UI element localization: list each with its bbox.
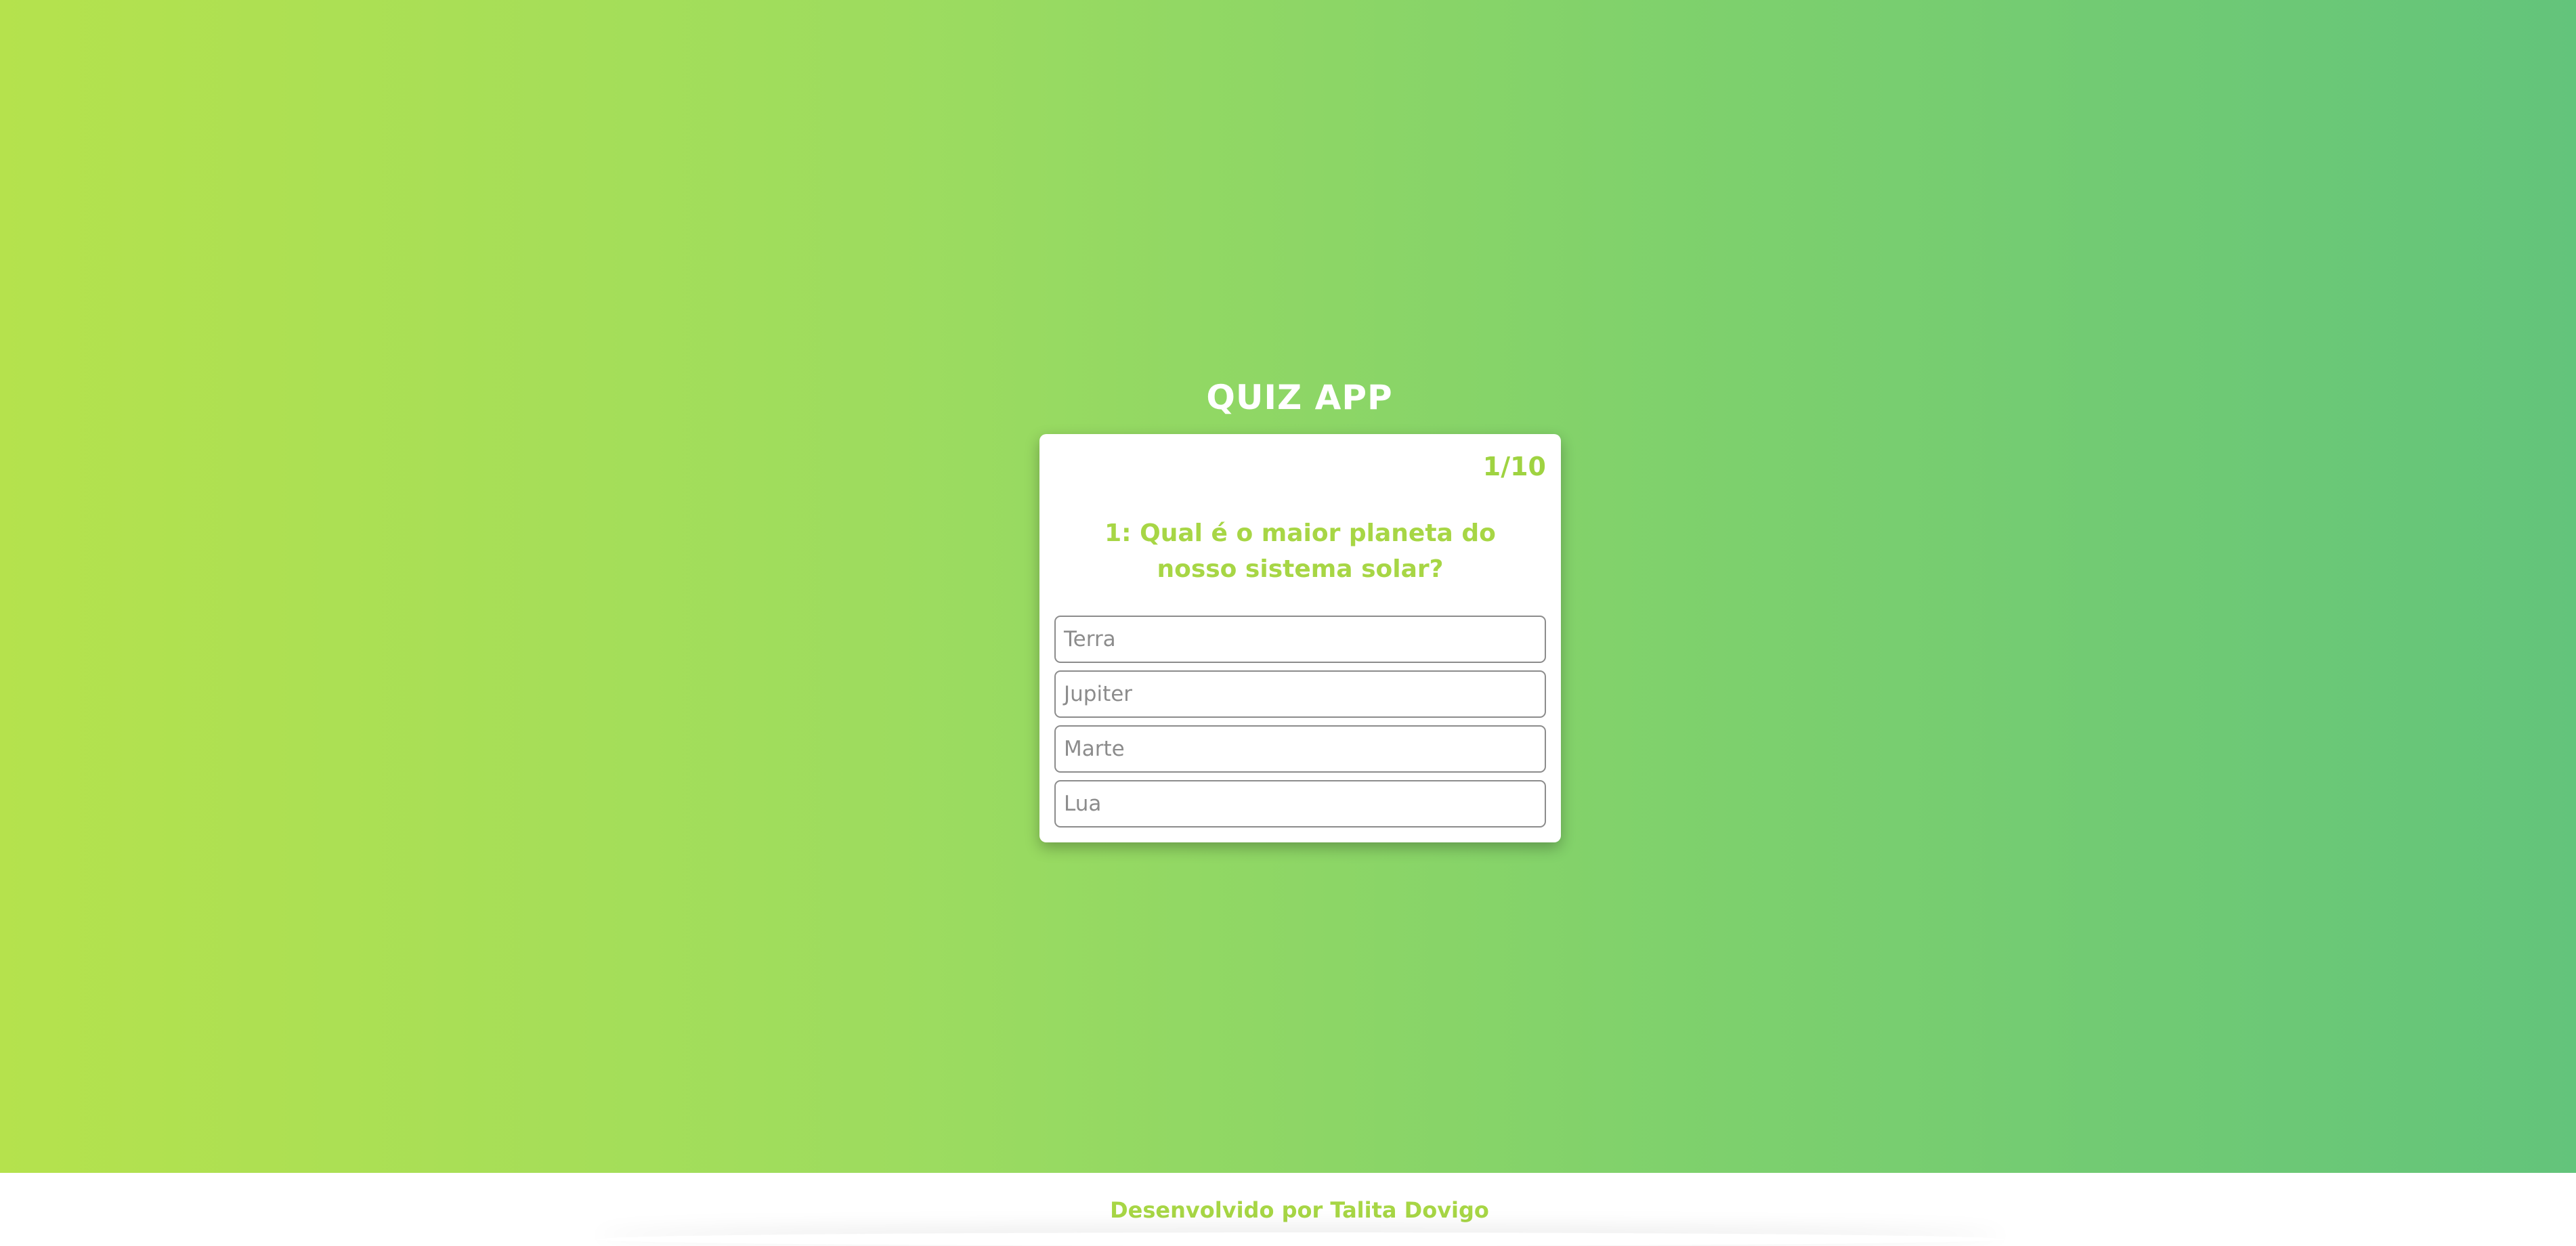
answer-option-lua[interactable]: Lua: [1054, 780, 1546, 828]
footer-shadow: [596, 1232, 2004, 1246]
quiz-card: 1/10 1: Qual é o maior planeta do nosso …: [1039, 434, 1561, 842]
answer-option-terra[interactable]: Terra: [1054, 616, 1546, 663]
answer-option-marte[interactable]: Marte: [1054, 725, 1546, 773]
question-counter: 1/10: [1482, 452, 1546, 481]
app-title: QUIZ APP: [1206, 378, 1393, 417]
main-background: QUIZ APP 1/10 1: Qual é o maior planeta …: [0, 0, 2576, 1173]
footer-credit: Desenvolvido por Talita Dovigo: [1110, 1197, 1489, 1223]
footer: Desenvolvido por Talita Dovigo: [0, 1173, 2576, 1246]
question-text: 1: Qual é o maior planeta do nosso siste…: [1104, 519, 1496, 583]
answer-option-jupiter[interactable]: Jupiter: [1054, 670, 1546, 718]
